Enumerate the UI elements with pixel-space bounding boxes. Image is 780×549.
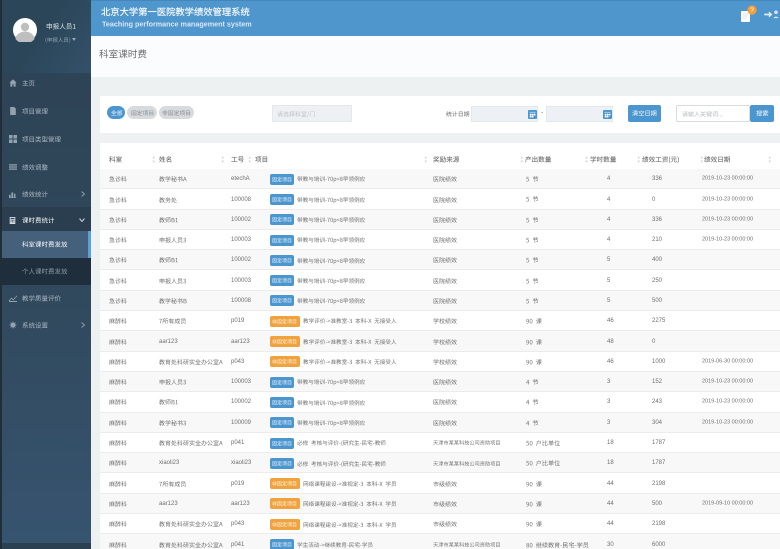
svg-text:?: ? (750, 7, 754, 14)
